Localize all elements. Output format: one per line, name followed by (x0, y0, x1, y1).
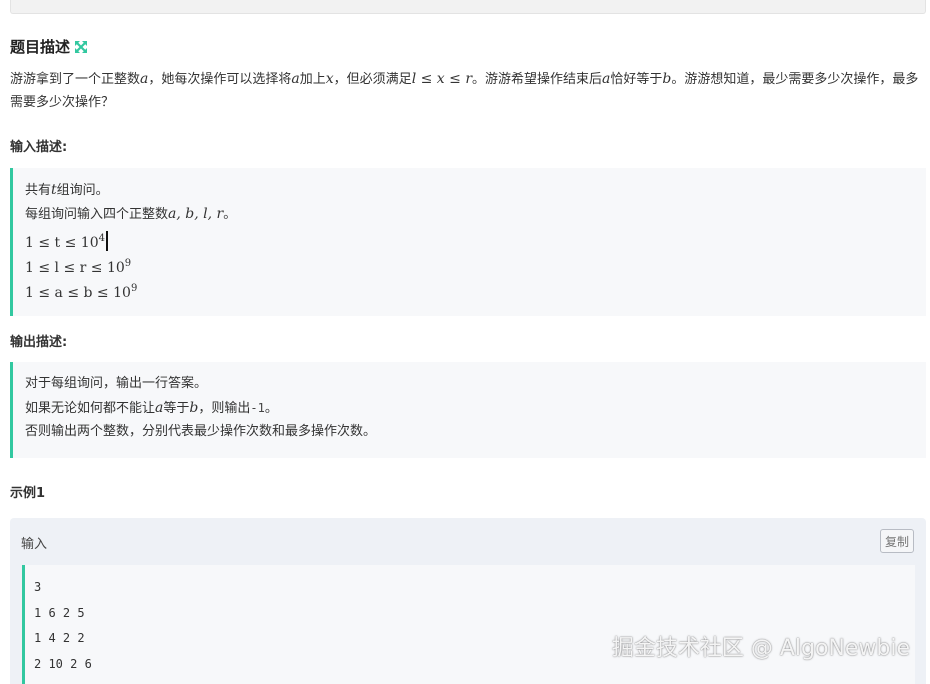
text: ，则输出 (198, 401, 251, 416)
output-description-block: 对于每组询问，输出一行答案。 如果无论如何都不能让a等于b，则输出-1。 否则输… (10, 362, 926, 458)
text: 。 (264, 401, 278, 416)
math: 1 ≤ t ≤ 10 (25, 235, 99, 251)
text-cursor (105, 231, 108, 251)
math: 1 ≤ a ≤ b ≤ 10 (25, 285, 131, 301)
text: 组询问。 (56, 183, 109, 198)
top-panel-edge (10, 0, 926, 14)
text: 等于 (163, 401, 190, 416)
desc-text: 。游游希望操作结束后 (472, 72, 603, 87)
problem-page: 题目描述 游游拿到了一个正整数a，她每次操作可以选择将a加上x，但必须满足l ≤… (0, 0, 930, 684)
input-line: 共有t组询问。 (25, 178, 914, 202)
math-exponent: 9 (124, 258, 132, 269)
constraint-lr: 1 ≤ l ≤ r ≤ 109 (25, 251, 914, 276)
code-line: 1 6 2 5 (34, 605, 85, 620)
math-exponent: 4 (98, 233, 105, 244)
text: 共有 (25, 183, 52, 198)
math-exponent: 9 (130, 283, 138, 294)
problem-title: 题目描述 (10, 36, 88, 57)
text: 每组询问输入四个正整数 (25, 207, 169, 222)
desc-text: ，但必须满足 (333, 72, 412, 87)
math-x: x (325, 71, 334, 87)
desc-text: 游游拿到了一个正整数 (10, 72, 141, 87)
output-line: 否则输出两个整数，分别代表最少操作次数和最多操作次数。 (25, 424, 377, 439)
output-line: 对于每组询问，输出一行答案。 (25, 376, 208, 391)
example-input-label: 输入 (21, 537, 48, 552)
constraint-ab: 1 ≤ a ≤ b ≤ 109 (25, 276, 914, 301)
output-description-heading: 输出描述: (10, 335, 68, 350)
code-line: 3 (34, 580, 42, 594)
watermark: 掘金技术社区 @ AlgoNewbie (611, 636, 910, 661)
math-a: a (291, 71, 300, 87)
copy-button[interactable]: 复制 (880, 529, 914, 553)
text: 。 (223, 207, 237, 222)
inline-code: -1 (250, 401, 265, 415)
text: 如果无论如何都不能让 (25, 401, 156, 416)
example-input-code[interactable]: 3 1 6 2 5 1 4 2 2 2 10 2 6 (22, 565, 915, 684)
math: 1 ≤ l ≤ r ≤ 10 (25, 260, 125, 276)
expand-icon[interactable] (74, 40, 88, 54)
example-heading: 示例1 (10, 486, 46, 501)
input-line: 每组询问输入四个正整数a, b, l, r。 (25, 202, 914, 226)
desc-text: 恰好等于 (610, 72, 663, 87)
input-description-block: 共有t组询问。 每组询问输入四个正整数a, b, l, r。 1 ≤ t ≤ 1… (10, 168, 926, 316)
constraint-t: 1 ≤ t ≤ 104 (25, 226, 914, 251)
input-description-heading: 输入描述: (10, 140, 68, 155)
desc-text: 加上 (299, 72, 326, 87)
problem-description: 游游拿到了一个正整数a，她每次操作可以选择将a加上x，但必须满足l ≤ x ≤ … (10, 68, 922, 114)
math-constraint: l ≤ x ≤ r (411, 71, 473, 87)
math-vars: a, b, l, r (168, 206, 224, 222)
problem-title-text: 题目描述 (10, 38, 71, 56)
math-b: b (189, 400, 199, 416)
desc-text: ，她每次操作可以选择将 (148, 72, 292, 87)
output-line: 如果无论如何都不能让a等于b，则输出-1。 (25, 396, 914, 420)
